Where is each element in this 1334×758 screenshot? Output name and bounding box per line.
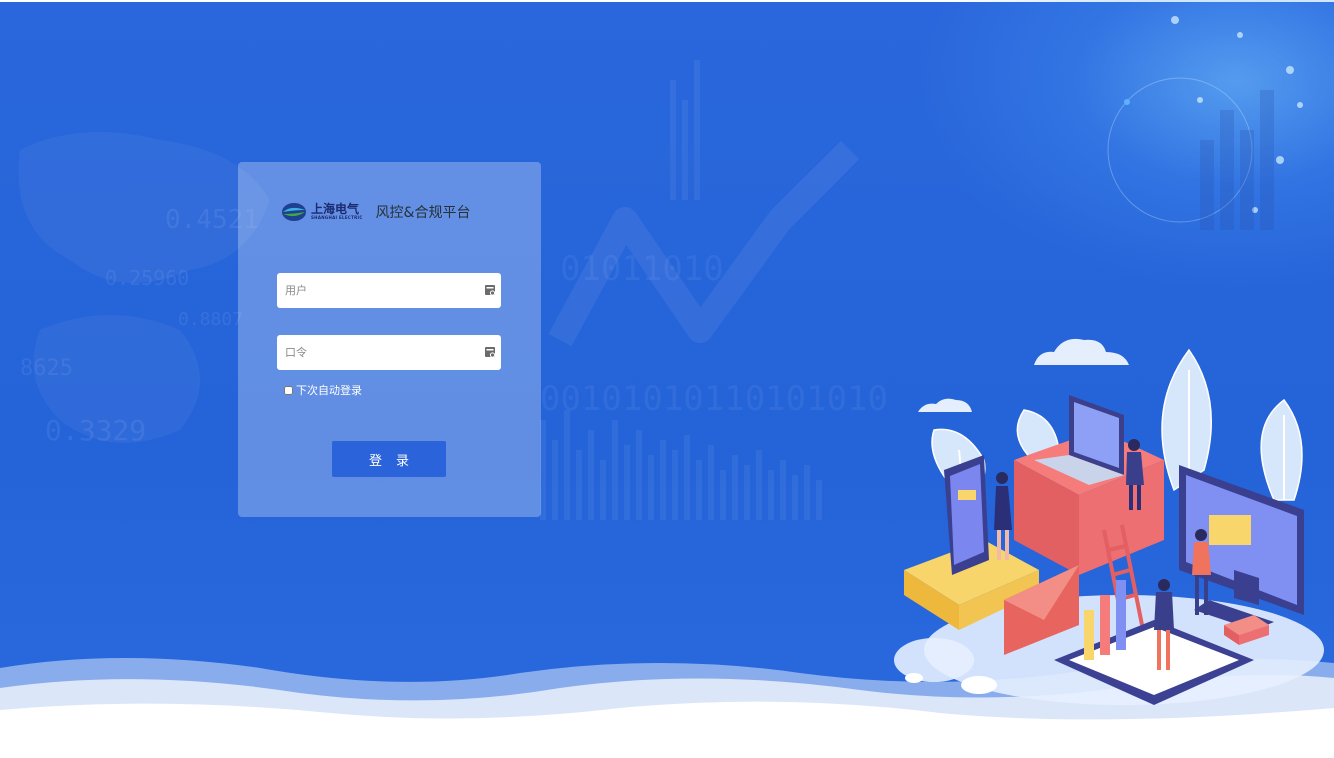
logo-subtext: SHANGHAI ELECTRIC bbox=[311, 215, 363, 220]
svg-text:0.3329: 0.3329 bbox=[45, 414, 146, 447]
password-input[interactable] bbox=[277, 335, 475, 370]
svg-text:0.25960: 0.25960 bbox=[105, 266, 189, 290]
platform-title: 风控&合规平台 bbox=[375, 205, 471, 221]
shanghai-electric-logo-icon bbox=[282, 203, 306, 221]
svg-text:00101010110101010: 00101010110101010 bbox=[540, 379, 888, 419]
teamwork-illustration bbox=[894, 338, 1324, 705]
login-card: 上海电气 SHANGHAI ELECTRIC 风控&合规平台 用户 下次自动登录… bbox=[238, 162, 541, 517]
remember-me[interactable]: 下次自动登录 bbox=[284, 382, 362, 398]
key-card-icon bbox=[485, 347, 496, 358]
logo-wordmark: 上海电气 SHANGHAI ELECTRIC bbox=[311, 202, 363, 220]
brand-header: 上海电气 SHANGHAI ELECTRIC 风控&合规平台 bbox=[281, 202, 470, 222]
username-field bbox=[277, 273, 501, 308]
remember-me-label: 下次自动登录 bbox=[296, 384, 362, 397]
svg-text:01011010: 01011010 bbox=[560, 249, 724, 289]
username-input[interactable] bbox=[277, 273, 475, 308]
logo-text: 上海电气 bbox=[311, 202, 360, 216]
svg-text:0.8807: 0.8807 bbox=[178, 309, 243, 330]
remember-me-checkbox[interactable] bbox=[284, 385, 293, 395]
svg-text:8625: 8625 bbox=[20, 356, 73, 381]
key-card-icon bbox=[485, 285, 496, 296]
login-button[interactable]: 登录 bbox=[332, 441, 446, 477]
login-page: 00101010110101010 01011010 0.4521 0.2596… bbox=[0, 0, 1334, 758]
password-field bbox=[277, 335, 501, 370]
